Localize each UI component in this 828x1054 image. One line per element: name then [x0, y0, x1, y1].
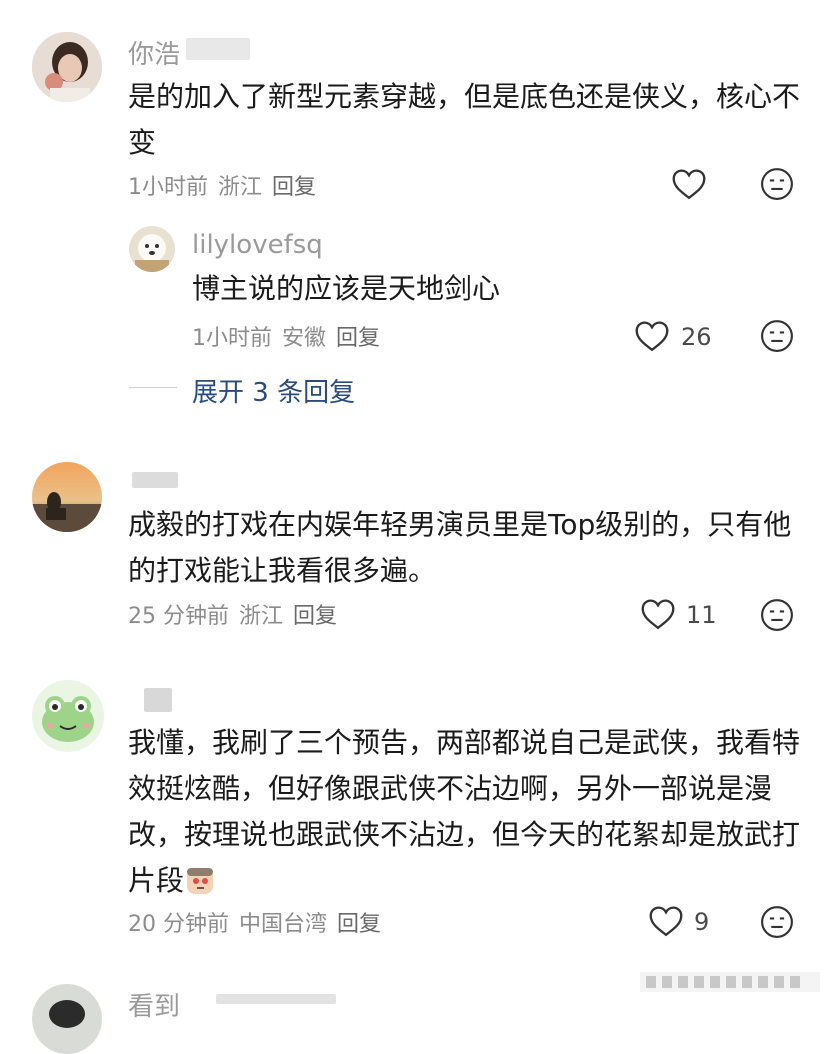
avatar-photo [32, 462, 102, 532]
dislike-face-icon[interactable] [760, 905, 794, 939]
comment-text: 我懂，我刷了三个预告，两部都说自己是武侠，我看特效挺炫酷，但好像跟武侠不沾边啊，… [128, 720, 800, 904]
reply-button[interactable]: 回复 [337, 912, 381, 937]
avatar-photo [32, 984, 102, 1054]
comment-time: 1小时前 [192, 326, 272, 351]
comment-meta: 25 分钟前 浙江 回复 [128, 598, 337, 630]
expand-replies-button[interactable]: 展开 3 条回复 [192, 372, 355, 409]
username-redaction [144, 688, 172, 712]
avatar[interactable] [32, 32, 102, 102]
reply-button[interactable]: 回复 [293, 604, 337, 629]
expand-divider [129, 387, 177, 388]
face-emoji-icon [187, 868, 214, 894]
comment-username[interactable]: lilylovefsq [192, 230, 323, 260]
comment-meta: 1小时前 安徽 回复 [192, 320, 380, 352]
like-heart-icon[interactable] [634, 320, 670, 352]
comment-text-body: 我懂，我刷了三个预告，两部都说自己是武侠，我看特效挺炫酷，但好像跟武侠不沾边啊，… [128, 726, 801, 897]
avatar-photo [129, 226, 175, 272]
like-count: 9 [694, 908, 710, 936]
username-redaction [216, 994, 336, 1004]
like-count: 11 [686, 601, 717, 629]
like-heart-icon[interactable] [671, 168, 707, 200]
reply-button[interactable]: 回复 [336, 326, 380, 351]
comment-text: 成毅的打戏在内娱年轻男演员里是Top级别的，只有他的打戏能让我看很多遍。 [128, 508, 792, 587]
comment-location: 浙江 [218, 175, 263, 200]
comment-meta: 1小时前 浙江 回复 [128, 169, 316, 201]
watermark-graphic [640, 972, 820, 992]
comment-location: 中国台湾 [239, 912, 328, 937]
like-heart-icon[interactable] [648, 905, 684, 937]
comment-time: 20 分钟前 [128, 912, 229, 937]
comment-time: 1小时前 [128, 175, 208, 200]
watermark [640, 968, 820, 996]
like-heart-icon[interactable] [640, 598, 676, 630]
avatar-photo [32, 680, 104, 752]
avatar[interactable] [32, 680, 104, 752]
username-redaction [186, 38, 250, 60]
comment-text: 博主说的应该是天地剑心 [192, 272, 501, 305]
comment-location: 安徽 [282, 326, 327, 351]
comment-meta: 20 分钟前 中国台湾 回复 [128, 906, 381, 938]
avatar[interactable] [32, 462, 102, 532]
comment-username[interactable]: 看到 [128, 986, 180, 1023]
like-count: 26 [681, 323, 712, 351]
avatar-photo [32, 32, 102, 102]
dislike-face-icon[interactable] [760, 167, 794, 201]
dislike-face-icon[interactable] [760, 598, 794, 632]
comment-username[interactable]: 你浩 [128, 34, 180, 71]
comment-time: 25 分钟前 [128, 604, 229, 629]
username-redaction [132, 472, 178, 488]
comment-location: 浙江 [239, 604, 284, 629]
avatar[interactable] [32, 984, 102, 1054]
reply-button[interactable]: 回复 [272, 175, 316, 200]
dislike-face-icon[interactable] [760, 319, 794, 353]
comment-text: 是的加入了新型元素穿越，但是底色还是侠义，核心不变 [128, 80, 801, 159]
avatar[interactable] [129, 226, 175, 272]
